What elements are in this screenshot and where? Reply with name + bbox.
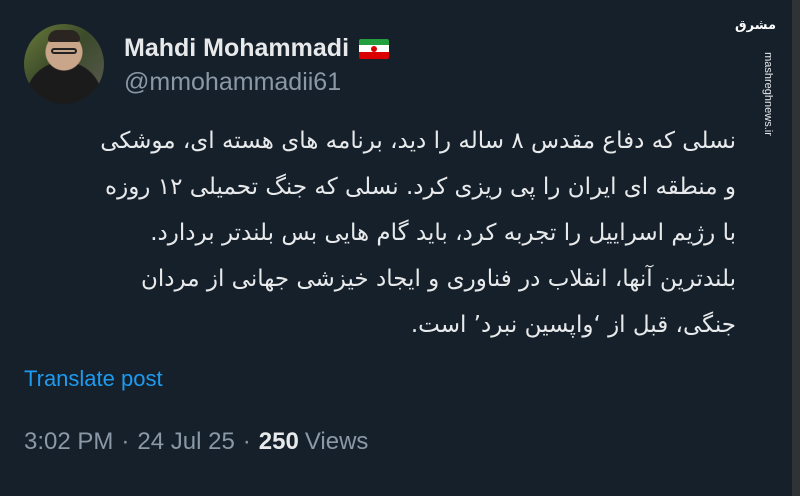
post-text-line: و منطقه ای ایران را پی ریزی کرد. نسلی که… [105, 174, 736, 200]
watermark-logo: مشرق [735, 18, 776, 33]
flag-iran-icon [359, 38, 390, 59]
avatar-glasses [51, 48, 77, 54]
watermark: مشرق mashreghnews.ir [735, 10, 778, 136]
name-row: Mahdi Mohammadi [124, 32, 390, 66]
avatar-hair [48, 30, 80, 42]
post-text-line: بلندترین آنها، انقلاب در فناوری و ایجاد … [141, 266, 736, 292]
author-names: Mahdi Mohammadi @mmohammadii61 [124, 32, 390, 97]
post-meta: 3:02 PM · 24 Jul 25 · 250 Views [24, 428, 368, 456]
views-label: Views [304, 428, 369, 455]
scroll-edge [792, 0, 800, 496]
display-name[interactable]: Mahdi Mohammadi [124, 34, 349, 63]
post-text-line: جنگی، قبل از ‘واپسین نبرد’ است. [410, 312, 736, 338]
post-time[interactable]: 3:02 PM [24, 428, 113, 456]
post-text-line: با رژیم اسراییل را تجربه کرد، باید گام ه… [150, 220, 736, 246]
meta-separator: · [242, 428, 251, 455]
avatar[interactable] [24, 24, 104, 104]
watermark-url: mashreghnews.ir [762, 52, 775, 136]
meta-separator: · [121, 428, 130, 455]
user-handle[interactable]: @mmohammadii61 [124, 68, 389, 97]
views-count[interactable]: 250 [259, 428, 299, 456]
translate-post-link[interactable]: Translate post [24, 366, 163, 392]
post-date[interactable]: 24 Jul 25 [137, 428, 234, 456]
post-text: نسلی که دفاع مقدس ۸ ساله را دید، برنامه … [24, 118, 736, 348]
post-text-line: نسلی که دفاع مقدس ۸ ساله را دید، برنامه … [100, 128, 736, 154]
tweet-header: Mahdi Mohammadi @mmohammadii61 [24, 24, 390, 104]
tweet-card: Mahdi Mohammadi @mmohammadii61 مشرق mash… [0, 0, 800, 496]
